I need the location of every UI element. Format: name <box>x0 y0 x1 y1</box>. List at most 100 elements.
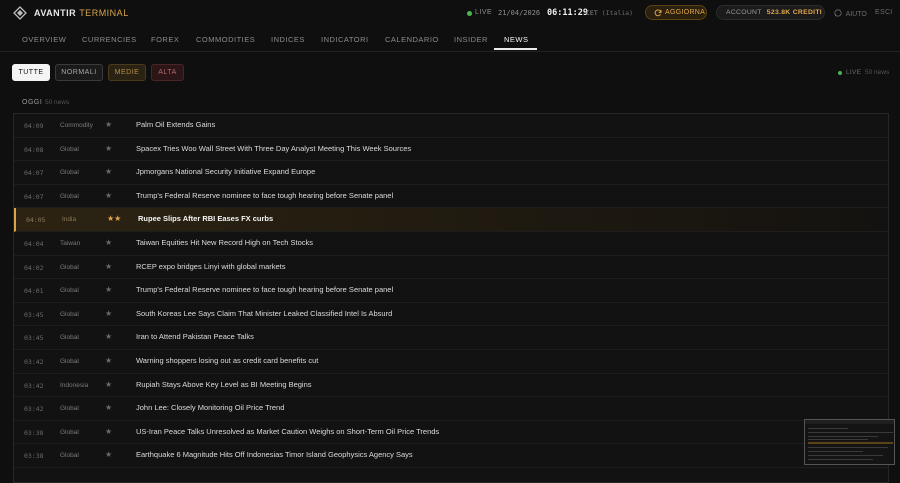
news-headline: Iran to Attend Pakistan Peace Talks <box>136 332 254 342</box>
news-headline: US-Iran Peace Talks Unresolved as Market… <box>136 426 440 436</box>
news-importance-stars: ★ <box>105 308 113 318</box>
feed-live-icon <box>838 71 842 75</box>
logout-button[interactable]: ESCI <box>875 9 893 16</box>
news-importance-stars: ★ <box>105 285 113 295</box>
tab-overview[interactable]: OVERVIEW <box>22 35 66 44</box>
news-time: 03:38 <box>24 428 44 437</box>
news-time: 04:07 <box>24 169 44 178</box>
news-row[interactable]: 03:42 Global ★ Warning shoppers losing out … <box>14 350 888 374</box>
news-category: Global <box>60 334 79 342</box>
section-title: OGGI <box>22 99 43 106</box>
news-category: Indonesia <box>60 381 89 389</box>
news-category: Global <box>60 192 79 200</box>
live-label: LIVE <box>475 9 493 16</box>
news-time: 04:07 <box>24 192 44 201</box>
tab-insider[interactable]: INSIDER <box>454 35 488 44</box>
news-row[interactable]: 04:05 India ★★ Rupee Slips After RBI Eases … <box>14 208 888 232</box>
tab-calendario[interactable]: CALENDARIO <box>385 35 439 44</box>
filter-high-button[interactable]: ALTA <box>151 64 184 81</box>
live-indicator-icon <box>467 11 472 16</box>
news-category: Global <box>60 169 79 177</box>
news-importance-stars: ★ <box>105 356 113 365</box>
news-headline: Palm Oil Extends Gains <box>136 120 216 129</box>
news-category: Global <box>60 452 79 460</box>
news-category: Taiwan <box>60 240 81 247</box>
news-category: Global <box>60 310 79 318</box>
news-time: 03:42 <box>24 358 44 366</box>
news-importance-stars: ★★ <box>107 214 122 224</box>
screen-preview-thumbnail[interactable] <box>804 419 895 465</box>
news-row[interactable]: 04:07 Global ★ Jpmorgans National Security … <box>14 161 888 185</box>
news-time: 04:05 <box>26 216 46 225</box>
news-importance-stars: ★ <box>105 120 113 129</box>
news-time: 03:42 <box>24 381 44 390</box>
help-label: AIUTO <box>845 11 867 18</box>
news-time: 03:45 <box>24 334 44 343</box>
refresh-icon <box>654 9 662 17</box>
brand-accent: TERMINAL <box>79 8 129 18</box>
filter-medium-button[interactable]: MEDIE <box>108 64 146 81</box>
feed-live-label: LIVE <box>846 69 862 76</box>
active-tab-indicator <box>494 48 537 50</box>
news-headline: Trump's Federal Reserve nominee to face … <box>136 190 394 200</box>
filter-normal-button[interactable]: NORMALI <box>55 64 103 81</box>
account-badge[interactable]: ACCOUNT 523.8K CREDITI <box>716 5 825 20</box>
news-importance-stars: ★ <box>105 238 113 247</box>
filter-all-button[interactable]: TUTTE <box>12 64 50 81</box>
news-headline: Warning shoppers losing out as credit ca… <box>136 356 319 365</box>
help-button[interactable]: AIUTO <box>834 9 867 18</box>
news-row[interactable]: 04:04 Taiwan ★ Taiwan Equities Hit New Reco… <box>14 232 888 256</box>
news-row[interactable]: 03:42 Indonesia ★ Rupiah Stays Above Key Le… <box>14 374 888 398</box>
news-time: 04:04 <box>24 240 44 248</box>
timezone: CET (Italia) <box>586 9 633 17</box>
news-row[interactable]: 04:02 Global ★ RCEP expo bridges Linyi with… <box>14 256 888 280</box>
account-credits: 523.8K CREDITI <box>766 9 822 16</box>
news-importance-stars: ★ <box>105 426 113 436</box>
current-time: 06:11:29 <box>547 8 588 18</box>
timezone-region: (Italia) <box>601 9 633 17</box>
news-row[interactable]: 04:09 Commodity ★ Palm Oil Extends Gains <box>14 114 888 138</box>
update-button[interactable]: AGGIORNA <box>645 5 707 20</box>
tab-currencies[interactable]: CURRENCIES <box>82 35 137 44</box>
tab-commodities[interactable]: COMMODITIES <box>196 35 255 44</box>
news-headline: Taiwan Equities Hit New Record High on T… <box>136 238 314 247</box>
current-date: 21/04/2026 <box>498 9 541 17</box>
news-row[interactable]: 03:38 Global ★ US-Iran Peace Talks Unresolv… <box>14 421 888 445</box>
news-time: 03:45 <box>24 310 44 319</box>
news-importance-stars: ★ <box>105 190 113 200</box>
news-headline: Earthquake 6 Magnitude Hits Off Indonesi… <box>136 450 413 460</box>
news-importance-stars: ★ <box>105 143 113 153</box>
news-row[interactable]: 03:45 Global ★ South Koreas Lee Says Claim … <box>14 303 888 327</box>
news-row[interactable]: 03:38 Global ★ Earthquake 6 Magnitude Hits … <box>14 444 888 468</box>
update-label: AGGIORNA <box>665 9 706 16</box>
news-category: Global <box>60 145 79 153</box>
news-importance-stars: ★ <box>105 450 113 460</box>
news-row[interactable]: 03:45 Global ★ Iran to Attend Pakistan Peac… <box>14 326 888 350</box>
news-headline: Trump's Federal Reserve nominee to face … <box>136 285 394 295</box>
news-category: Global <box>60 428 79 436</box>
news-row[interactable]: 04:01 Global ★ Trump's Federal Reserve nomi… <box>14 279 888 303</box>
news-row[interactable]: 04:08 Global ★ Spacex Tries Woo Wall Street… <box>14 138 888 162</box>
main-nav: OVERVIEW CURRENCIES FOREX COMMODITIES IN… <box>0 26 900 52</box>
tab-news[interactable]: NEWS <box>504 35 529 44</box>
news-list: 04:09 Commodity ★ Palm Oil Extends Gains 04:… <box>13 113 889 483</box>
news-time: 04:02 <box>24 263 44 272</box>
top-bar: AVANTIR TERMINAL LIVE 21/04/2026 06:11:2… <box>0 0 900 26</box>
logo-icon <box>13 6 27 20</box>
news-time: 04:08 <box>24 145 44 154</box>
tab-indicatori[interactable]: INDICATORI <box>321 35 369 44</box>
news-time: 03:38 <box>24 452 44 461</box>
news-headline: South Koreas Lee Says Claim That Ministe… <box>136 308 393 318</box>
news-category: Global <box>60 287 79 295</box>
news-row[interactable]: 03:42 Global ★ John Lee: Closely Monitoring… <box>14 397 888 421</box>
news-row[interactable]: 04:07 Global ★ Trump's Federal Reserve nomi… <box>14 185 888 209</box>
news-importance-stars: ★ <box>105 379 113 389</box>
news-headline: John Lee: Closely Monitoring Oil Price T… <box>136 403 285 413</box>
news-importance-stars: ★ <box>105 332 113 342</box>
tab-indices[interactable]: INDICES <box>271 35 305 44</box>
account-label: ACCOUNT <box>726 9 762 16</box>
brand-main: AVANTIR <box>34 8 77 18</box>
news-time: 04:09 <box>24 122 44 130</box>
tab-forex[interactable]: FOREX <box>151 35 179 44</box>
news-importance-stars: ★ <box>105 261 113 271</box>
